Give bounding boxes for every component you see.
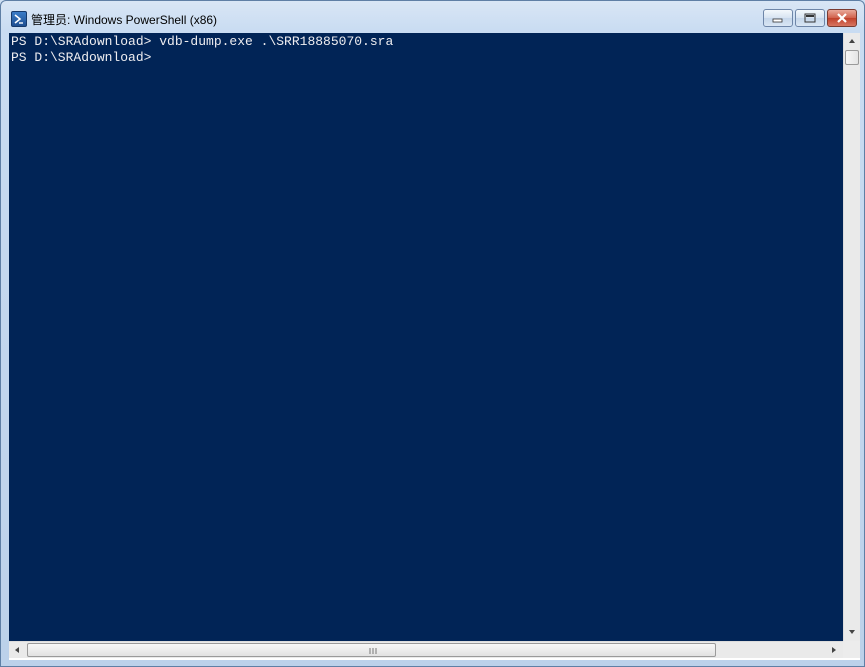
arrow-down-icon (849, 630, 855, 634)
maximize-icon (804, 13, 816, 23)
arrow-left-icon (15, 647, 19, 653)
close-button[interactable] (827, 9, 857, 27)
close-icon (837, 13, 847, 23)
console-client-area: PS D:\SRAdownload> vdb-dump.exe .\SRR188… (9, 33, 860, 660)
powershell-window: 管理员: Windows PowerShell (x86) PS D:\SRAd… (0, 0, 865, 667)
console-line: PS D:\SRAdownload> vdb-dump.exe .\SRR188… (11, 34, 394, 49)
grip-icon (369, 648, 377, 654)
minimize-icon (772, 18, 783, 23)
vertical-scrollbar[interactable] (843, 33, 860, 641)
horizontal-scrollbar[interactable] (9, 641, 843, 658)
horizontal-scroll-thumb[interactable] (27, 643, 716, 657)
scrollbar-corner (843, 641, 860, 658)
window-title: 管理员: Windows PowerShell (x86) (31, 13, 218, 27)
powershell-icon[interactable] (11, 11, 27, 27)
title-bar[interactable]: 管理员: Windows PowerShell (x86) (1, 1, 864, 33)
scroll-right-button[interactable] (826, 642, 842, 658)
console-line: PS D:\SRAdownload> (11, 50, 152, 65)
arrow-up-icon (849, 39, 855, 43)
scroll-down-button[interactable] (844, 624, 860, 640)
minimize-button[interactable] (763, 9, 793, 27)
vertical-scroll-thumb[interactable] (845, 50, 859, 65)
console-output[interactable]: PS D:\SRAdownload> vdb-dump.exe .\SRR188… (9, 33, 843, 641)
arrow-right-icon (832, 647, 836, 653)
scroll-up-button[interactable] (844, 33, 860, 49)
maximize-button[interactable] (795, 9, 825, 27)
scroll-left-button[interactable] (9, 642, 25, 658)
